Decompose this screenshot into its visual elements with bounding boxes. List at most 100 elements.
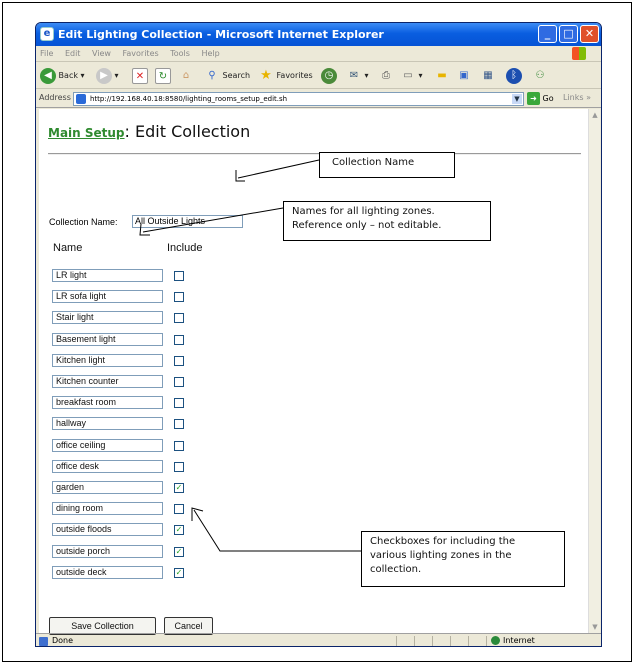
history-button[interactable]: ◷ <box>321 67 337 85</box>
people-icon: ⚇ <box>535 69 545 81</box>
zone-name-field: office desk <box>52 460 163 473</box>
status-separator <box>414 636 415 646</box>
main-setup-link[interactable]: Main Setup <box>48 126 125 140</box>
menu-file[interactable]: File <box>40 49 53 58</box>
address-dropdown-icon[interactable]: ▼ <box>512 94 522 104</box>
callout-checkboxes-line1: Checkboxes for including the <box>370 536 516 547</box>
forward-button[interactable]: ▶ ▾ <box>96 67 119 85</box>
refresh-icon: ↻ <box>155 67 171 84</box>
menu-help[interactable]: Help <box>201 49 219 58</box>
research-button[interactable]: ▣ <box>456 67 472 85</box>
callout-checkboxes-line3: collection. <box>370 564 422 575</box>
ie-icon: e <box>40 27 54 41</box>
go-button[interactable]: ➜ Go <box>527 92 554 106</box>
window-title: Edit Lighting Collection - Microsoft Int… <box>58 28 384 41</box>
star-icon: ★ <box>260 67 272 83</box>
callout-collection-name: Collection Name <box>319 152 455 178</box>
include-checkbox[interactable]: ✓ <box>174 483 184 493</box>
mail-icon: ✉ <box>349 69 359 81</box>
windows-logo-icon <box>572 47 586 60</box>
internet-globe-icon <box>491 636 500 645</box>
go-label: Go <box>542 94 554 103</box>
back-arrow-icon: ◀ <box>40 67 56 84</box>
include-checkbox[interactable] <box>174 398 184 408</box>
mail-button[interactable]: ✉ ▾ <box>346 67 369 85</box>
zone-name-field: outside porch <box>52 545 163 558</box>
print-button[interactable]: ⎙ <box>378 67 394 85</box>
home-icon: ⌂ <box>182 69 190 81</box>
divider <box>48 153 581 155</box>
collection-name-input[interactable]: All Outside Lights <box>132 215 243 228</box>
minimize-button[interactable]: _ <box>538 25 557 43</box>
include-checkbox[interactable] <box>174 504 184 514</box>
menu-tools[interactable]: Tools <box>170 49 190 58</box>
menu-favorites[interactable]: Favorites <box>123 49 159 58</box>
include-checkbox[interactable] <box>174 441 184 451</box>
status-separator <box>396 636 397 646</box>
title-bar[interactable]: e Edit Lighting Collection - Microsoft I… <box>36 23 601 46</box>
zone-name-field: office ceiling <box>52 439 163 452</box>
menu-view[interactable]: View <box>92 49 111 58</box>
include-checkbox[interactable] <box>174 271 184 281</box>
links-button[interactable]: Links » <box>563 93 591 102</box>
callout-zone-names-line2: Reference only – not editable. <box>292 220 442 231</box>
edit-button[interactable]: ▭ ▾ <box>400 67 422 85</box>
home-button[interactable]: ⌂ <box>178 67 194 85</box>
include-checkbox[interactable] <box>174 356 184 366</box>
zone-name-field: Kitchen counter <box>52 375 163 388</box>
zone-name-field: Stair light <box>52 311 163 324</box>
include-checkbox[interactable] <box>174 313 184 323</box>
include-checkbox[interactable]: ✓ <box>174 525 184 535</box>
menu-edit[interactable]: Edit <box>65 49 81 58</box>
close-button[interactable]: ✕ <box>580 25 599 43</box>
search-button[interactable]: ⚲ Search <box>204 67 250 85</box>
status-separator <box>450 636 451 646</box>
collection-name-label: Collection Name: <box>49 217 118 227</box>
page-heading: Main Setup: Edit Collection <box>48 122 250 141</box>
status-separator <box>468 636 469 646</box>
include-checkbox[interactable] <box>174 462 184 472</box>
scroll-down-icon[interactable]: ▼ <box>590 622 600 632</box>
stop-icon: ✕ <box>132 67 148 84</box>
people-button[interactable]: ⚇ <box>532 67 548 85</box>
edit-icon: ▭ <box>403 69 413 81</box>
research-icon: ▣ <box>459 69 469 81</box>
maximize-button[interactable]: □ <box>559 25 578 43</box>
address-label: Address <box>39 93 71 102</box>
toolbar: ◀ Back ▾ ▶ ▾ ✕ ↻ ⌂ ⚲ Search ★ Favorites … <box>36 63 601 89</box>
refresh-button[interactable]: ↻ <box>155 67 171 85</box>
back-button[interactable]: ◀ Back ▾ <box>40 67 85 85</box>
include-checkbox[interactable]: ✓ <box>174 547 184 557</box>
callout-checkboxes: Checkboxes for including the various lig… <box>361 531 565 587</box>
zone-name-field: breakfast room <box>52 396 163 409</box>
vertical-scrollbar[interactable]: ▲ ▼ <box>588 109 600 633</box>
include-checkbox[interactable]: ✓ <box>174 568 184 578</box>
menu-bar: File Edit View Favorites Tools Help <box>36 46 601 62</box>
favorites-button[interactable]: ★ Favorites <box>258 67 313 85</box>
callout-zone-names-line1: Names for all lighting zones. <box>292 206 435 217</box>
include-checkbox[interactable] <box>174 377 184 387</box>
include-checkbox[interactable] <box>174 335 184 345</box>
messenger-button[interactable]: ▦ <box>480 67 496 85</box>
zone-label: Internet <box>503 636 535 645</box>
folder-button[interactable]: ▬ <box>434 67 450 85</box>
folder-icon: ▬ <box>437 69 447 81</box>
heading-colon: : <box>124 122 130 141</box>
include-checkbox[interactable] <box>174 292 184 302</box>
zone-name-field: LR light <box>52 269 163 282</box>
stop-button[interactable]: ✕ <box>132 67 148 85</box>
zone-name-field: Kitchen light <box>52 354 163 367</box>
callout-zone-names: Names for all lighting zones. Reference … <box>283 201 491 241</box>
zone-name-field: LR sofa light <box>52 290 163 303</box>
print-icon: ⎙ <box>382 69 390 81</box>
search-label: Search <box>222 71 251 80</box>
scroll-up-icon[interactable]: ▲ <box>590 110 600 120</box>
messenger-icon: ▦ <box>483 69 493 81</box>
back-label: Back <box>58 71 78 80</box>
include-checkbox[interactable] <box>174 419 184 429</box>
include-column-header: Include <box>167 242 203 254</box>
address-input[interactable]: http://192.168.40.18:8580/lighting_rooms… <box>73 92 524 106</box>
bluetooth-button[interactable]: ᛒ <box>506 67 522 85</box>
zone-name-field: outside deck <box>52 566 163 579</box>
status-separator <box>486 636 487 646</box>
